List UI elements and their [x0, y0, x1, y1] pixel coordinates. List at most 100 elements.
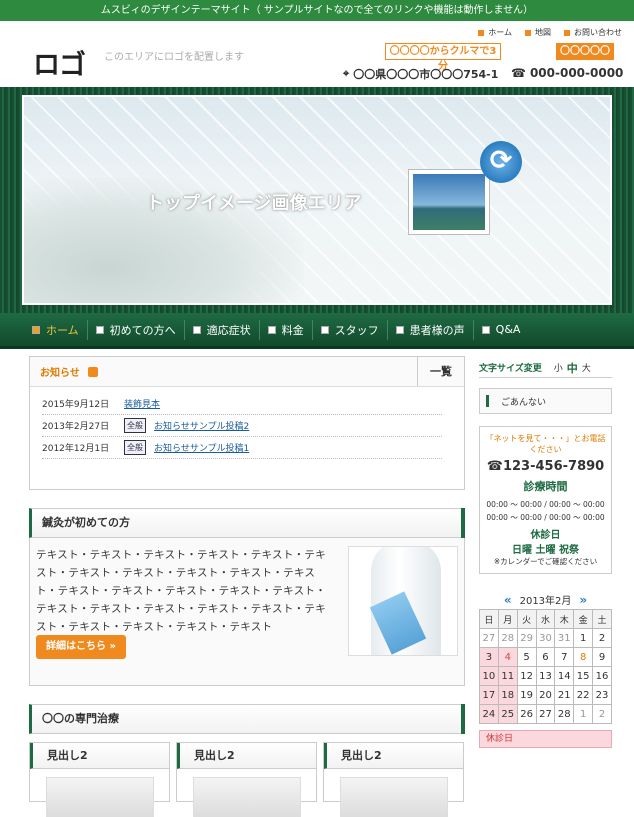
- nav-bullet-icon: [32, 325, 40, 334]
- font-size-large[interactable]: 大: [582, 361, 591, 374]
- calendar-week: 27 28 29 30 31 1 2: [479, 628, 612, 648]
- calendar-day: 2: [592, 628, 612, 648]
- news-link[interactable]: お知らせサンプル投稿1: [154, 441, 249, 454]
- nav-item-price[interactable]: 料金: [260, 319, 313, 340]
- nav-item-voices[interactable]: 患者様の声: [388, 319, 474, 340]
- card-heading: 見出し2: [177, 743, 316, 769]
- calendar-day: 23: [592, 685, 612, 705]
- calendar-day: 5: [516, 647, 537, 667]
- util-link-home[interactable]: ホーム: [478, 27, 512, 38]
- calendar-weekday: 日: [479, 609, 499, 629]
- nav-bullet-icon: [320, 325, 329, 334]
- calendar-prev[interactable]: «: [504, 593, 512, 607]
- util-link-contact[interactable]: お問い合わせ: [564, 27, 622, 38]
- feature-card[interactable]: 見出し2: [29, 742, 170, 817]
- calendar-day: 3: [479, 647, 499, 667]
- nav-label: 患者様の声: [409, 323, 465, 337]
- address-text: 〇〇県〇〇〇市〇〇〇754-1: [353, 68, 499, 81]
- guide-text: ごあんない: [501, 397, 547, 408]
- news-row: 2015年9月12日 装飾見本: [42, 393, 442, 415]
- nav-item-qa[interactable]: Q&A: [474, 320, 529, 340]
- calendar-day: 10: [479, 666, 499, 686]
- calendar-day: 29: [516, 628, 537, 648]
- feature-card[interactable]: 見出し2: [176, 742, 317, 817]
- closed-title: 休診日: [530, 530, 561, 541]
- header-orange-button[interactable]: 〇〇〇〇〇: [556, 43, 614, 60]
- news-link[interactable]: 装飾見本: [124, 397, 160, 410]
- calendar-note: ※カレンダーでご確認ください: [493, 557, 598, 566]
- nav-bullet-icon: [395, 325, 404, 334]
- calendar-legend: 休診日: [479, 730, 612, 748]
- calendar-day: 25: [497, 704, 518, 724]
- calendar-day: 1: [573, 704, 594, 724]
- news-all-link[interactable]: 一覧: [417, 357, 464, 386]
- font-size-medium[interactable]: 中: [567, 360, 578, 376]
- nav-bullet-icon: [481, 325, 490, 334]
- util-link-map[interactable]: 地図: [525, 27, 551, 38]
- card-heading: 見出し2: [30, 743, 169, 769]
- news-category-badge: 全般: [124, 440, 146, 455]
- calendar-weekday: 金: [573, 609, 594, 629]
- map-pin-icon: ⌖: [343, 67, 350, 80]
- hours-title: 診療時間: [523, 480, 568, 493]
- nav-item-home[interactable]: ホーム: [24, 319, 88, 340]
- font-size-small[interactable]: 小: [554, 361, 563, 374]
- first-time-text: テキスト・テキスト・テキスト・テキスト・テキスト・テキスト・テキスト・テキスト・…: [36, 549, 327, 633]
- news-title: お知らせ: [40, 368, 80, 379]
- nav-label: ホーム: [46, 323, 79, 337]
- hero-area: トップイメージ画像エリア ⟳: [0, 87, 634, 313]
- details-button[interactable]: 詳細はこちら »: [36, 635, 126, 659]
- card-heading: 見出し2: [324, 743, 463, 769]
- calendar-day: 6: [535, 647, 556, 667]
- calendar-day: 17: [479, 685, 499, 705]
- news-date: 2013年2月27日: [42, 422, 110, 432]
- contact-phone: ☎123-456-7890: [484, 459, 607, 474]
- address: ⌖ 〇〇県〇〇〇市〇〇〇754-1: [343, 66, 498, 82]
- calendar-day: 15: [573, 666, 594, 686]
- calendar-next[interactable]: »: [579, 593, 587, 607]
- hero-title: トップイメージ画像エリア: [146, 193, 362, 214]
- news-link[interactable]: お知らせサンプル投稿2: [154, 419, 249, 432]
- nav-bullet-icon: [192, 325, 201, 334]
- nav-item-symptoms[interactable]: 適応症状: [185, 319, 260, 340]
- calendar-title: 2013年2月: [519, 596, 572, 607]
- calendar-week: 3 4 5 6 7 8 9: [479, 647, 612, 667]
- feature-card[interactable]: 見出し2: [323, 742, 464, 817]
- nav-label: 適応症状: [206, 323, 251, 337]
- calendar-day: 20: [535, 685, 556, 705]
- header-phone-number: 000-000-0000: [529, 66, 624, 80]
- news-date: 2015年9月12日: [42, 400, 110, 410]
- closed-days: 日曜 土曜 祝祭: [512, 545, 579, 556]
- calendar-weekday: 水: [535, 609, 556, 629]
- guide-link[interactable]: ごあんない: [479, 388, 612, 414]
- calendar-week: 17 18 19 20 21 22 23: [479, 685, 612, 705]
- site-logo[interactable]: ロゴ: [33, 43, 86, 82]
- guide-marker: [486, 395, 489, 407]
- main-content: お知らせ 一覧 2015年9月12日 装飾見本 2013年2月27日 全般 お知…: [29, 350, 465, 817]
- nav-label: スタッフ: [334, 323, 379, 337]
- calendar-day: 27: [479, 628, 499, 648]
- calendar-day: 11: [497, 666, 518, 686]
- card-image: [193, 777, 301, 817]
- font-size-switcher: 文字サイズ変更 小 中 大: [479, 358, 612, 378]
- calendar-day: 26: [516, 704, 537, 724]
- calendar-day: 27: [535, 704, 556, 724]
- calendar-day: 4: [497, 647, 518, 667]
- news-header: お知らせ 一覧: [30, 357, 464, 387]
- calendar-day: 28: [554, 704, 575, 724]
- calendar-day: 9: [592, 647, 612, 667]
- calendar-day: 24: [479, 704, 499, 724]
- announcement-text: ムスビィのデザインテーマサイト（ サンプルサイトなので全てのリンクや機能は動作し…: [100, 5, 534, 16]
- calendar-weekday: 土: [592, 609, 612, 629]
- site-header: ロゴ このエリアにロゴを配置します ホーム 地図 お問い合わせ 〇〇〇〇からクル…: [0, 21, 634, 87]
- first-time-heading: 鍼灸が初めての方: [29, 508, 465, 538]
- calendar-day: 28: [497, 628, 518, 648]
- news-box: お知らせ 一覧 2015年9月12日 装飾見本 2013年2月27日 全般 お知…: [29, 356, 465, 490]
- access-button[interactable]: 〇〇〇〇からクルマで3分: [385, 43, 501, 72]
- calendar-day: 12: [516, 666, 537, 686]
- contact-box: 「ネットを見て・・・」とお電話ください ☎123-456-7890 診療時間 0…: [479, 426, 612, 574]
- nav-item-staff[interactable]: スタッフ: [313, 319, 388, 340]
- rss-icon[interactable]: [87, 366, 98, 377]
- nav-item-first-visit[interactable]: 初めての方へ: [88, 319, 185, 340]
- card-image: [46, 777, 154, 817]
